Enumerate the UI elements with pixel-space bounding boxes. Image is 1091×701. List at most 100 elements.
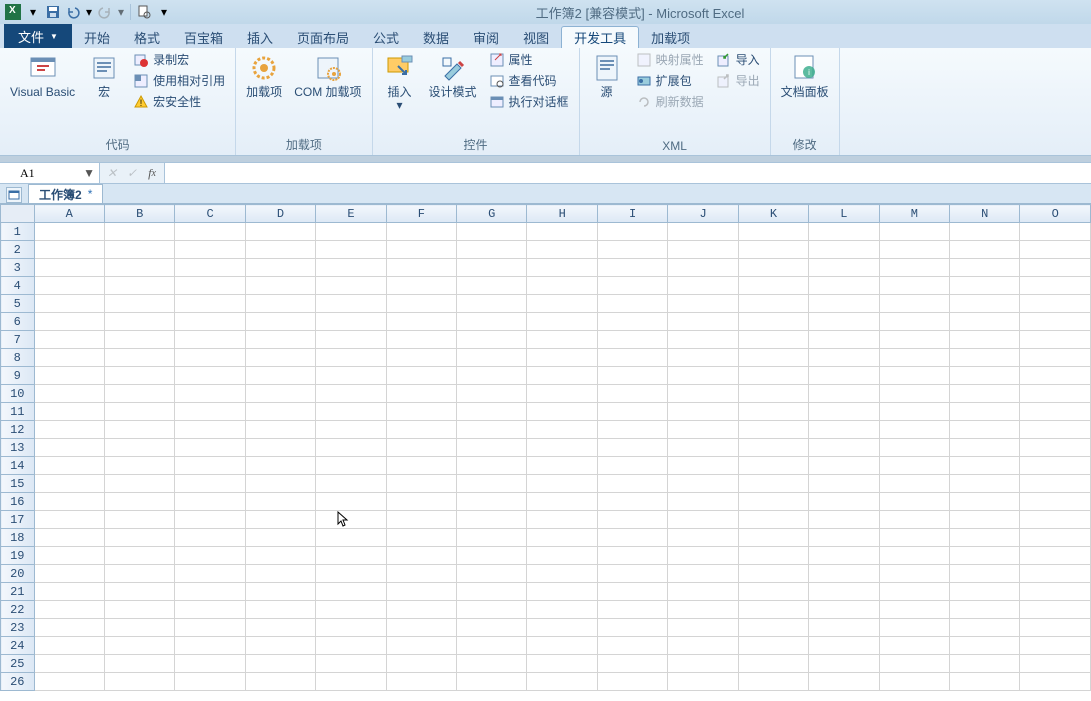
cell[interactable] [879, 547, 949, 565]
cell[interactable] [597, 223, 667, 241]
cell[interactable] [1020, 295, 1091, 313]
cell[interactable] [245, 655, 315, 673]
cell[interactable] [34, 565, 104, 583]
cell[interactable] [104, 349, 174, 367]
cell[interactable] [175, 277, 245, 295]
cell[interactable] [316, 565, 386, 583]
cell[interactable] [597, 583, 667, 601]
cell[interactable] [34, 295, 104, 313]
cell[interactable] [175, 511, 245, 529]
cell[interactable] [316, 259, 386, 277]
cell[interactable] [738, 439, 808, 457]
cell[interactable] [175, 493, 245, 511]
cell[interactable] [386, 511, 456, 529]
cell[interactable] [668, 475, 738, 493]
cell[interactable] [597, 367, 667, 385]
cell[interactable] [738, 313, 808, 331]
cell[interactable] [104, 277, 174, 295]
cell[interactable] [527, 349, 597, 367]
cell[interactable] [34, 349, 104, 367]
cell[interactable] [34, 475, 104, 493]
cell[interactable] [527, 313, 597, 331]
cell[interactable] [809, 457, 879, 475]
cell[interactable] [668, 601, 738, 619]
cell[interactable] [34, 403, 104, 421]
cell[interactable] [457, 673, 527, 691]
cell[interactable] [104, 295, 174, 313]
row-header[interactable]: 6 [1, 313, 35, 331]
cell[interactable] [457, 475, 527, 493]
tab-start[interactable]: 开始 [72, 26, 122, 48]
cell[interactable] [386, 655, 456, 673]
cell[interactable] [597, 331, 667, 349]
cell[interactable] [809, 331, 879, 349]
cell[interactable] [668, 421, 738, 439]
tab-addins[interactable]: 加载项 [639, 26, 702, 48]
cell[interactable] [950, 457, 1020, 475]
cell[interactable] [527, 601, 597, 619]
cell[interactable] [1020, 511, 1091, 529]
cell[interactable] [1020, 223, 1091, 241]
cell[interactable] [950, 547, 1020, 565]
cell[interactable] [809, 637, 879, 655]
cell[interactable] [668, 259, 738, 277]
cell[interactable] [245, 673, 315, 691]
cell[interactable] [175, 439, 245, 457]
cell[interactable] [738, 331, 808, 349]
row-header[interactable]: 9 [1, 367, 35, 385]
cell[interactable] [386, 295, 456, 313]
cell[interactable] [809, 241, 879, 259]
cell[interactable] [175, 529, 245, 547]
cell[interactable] [809, 259, 879, 277]
cell[interactable] [457, 493, 527, 511]
cell[interactable] [316, 439, 386, 457]
cell[interactable] [809, 511, 879, 529]
cell[interactable] [809, 439, 879, 457]
cell[interactable] [809, 655, 879, 673]
cell[interactable] [34, 313, 104, 331]
cell[interactable] [457, 619, 527, 637]
tab-data[interactable]: 数据 [411, 26, 461, 48]
cell[interactable] [245, 259, 315, 277]
cell[interactable] [34, 673, 104, 691]
cell[interactable] [245, 619, 315, 637]
column-header[interactable]: L [809, 205, 879, 223]
cell[interactable] [950, 241, 1020, 259]
cell[interactable] [879, 223, 949, 241]
cell[interactable] [597, 439, 667, 457]
cell[interactable] [738, 547, 808, 565]
cell[interactable] [597, 637, 667, 655]
row-header[interactable]: 15 [1, 475, 35, 493]
cell[interactable] [386, 331, 456, 349]
cell[interactable] [386, 475, 456, 493]
cell[interactable] [597, 673, 667, 691]
cell[interactable] [245, 493, 315, 511]
addins-button[interactable]: 加载项 [242, 50, 286, 101]
cell[interactable] [175, 349, 245, 367]
record-macro-button[interactable]: 录制宏 [129, 50, 229, 69]
cell[interactable] [457, 583, 527, 601]
cell[interactable] [950, 277, 1020, 295]
cell[interactable] [245, 565, 315, 583]
tab-page-layout[interactable]: 页面布局 [285, 26, 361, 48]
qat-dropdown-1[interactable]: ▾ [24, 3, 42, 21]
cell[interactable] [668, 655, 738, 673]
cell[interactable] [104, 619, 174, 637]
properties-button[interactable]: 属性 [485, 50, 573, 69]
cell[interactable] [104, 673, 174, 691]
cell[interactable] [1020, 493, 1091, 511]
cell[interactable] [879, 259, 949, 277]
cell[interactable] [1020, 331, 1091, 349]
column-header[interactable]: J [668, 205, 738, 223]
cell[interactable] [527, 295, 597, 313]
cell[interactable] [879, 637, 949, 655]
cell[interactable] [950, 619, 1020, 637]
cell[interactable] [597, 241, 667, 259]
cell[interactable] [386, 439, 456, 457]
cell[interactable] [879, 313, 949, 331]
cell[interactable] [950, 475, 1020, 493]
cell[interactable] [34, 529, 104, 547]
cell[interactable] [386, 403, 456, 421]
cell[interactable] [316, 493, 386, 511]
cell[interactable] [1020, 349, 1091, 367]
